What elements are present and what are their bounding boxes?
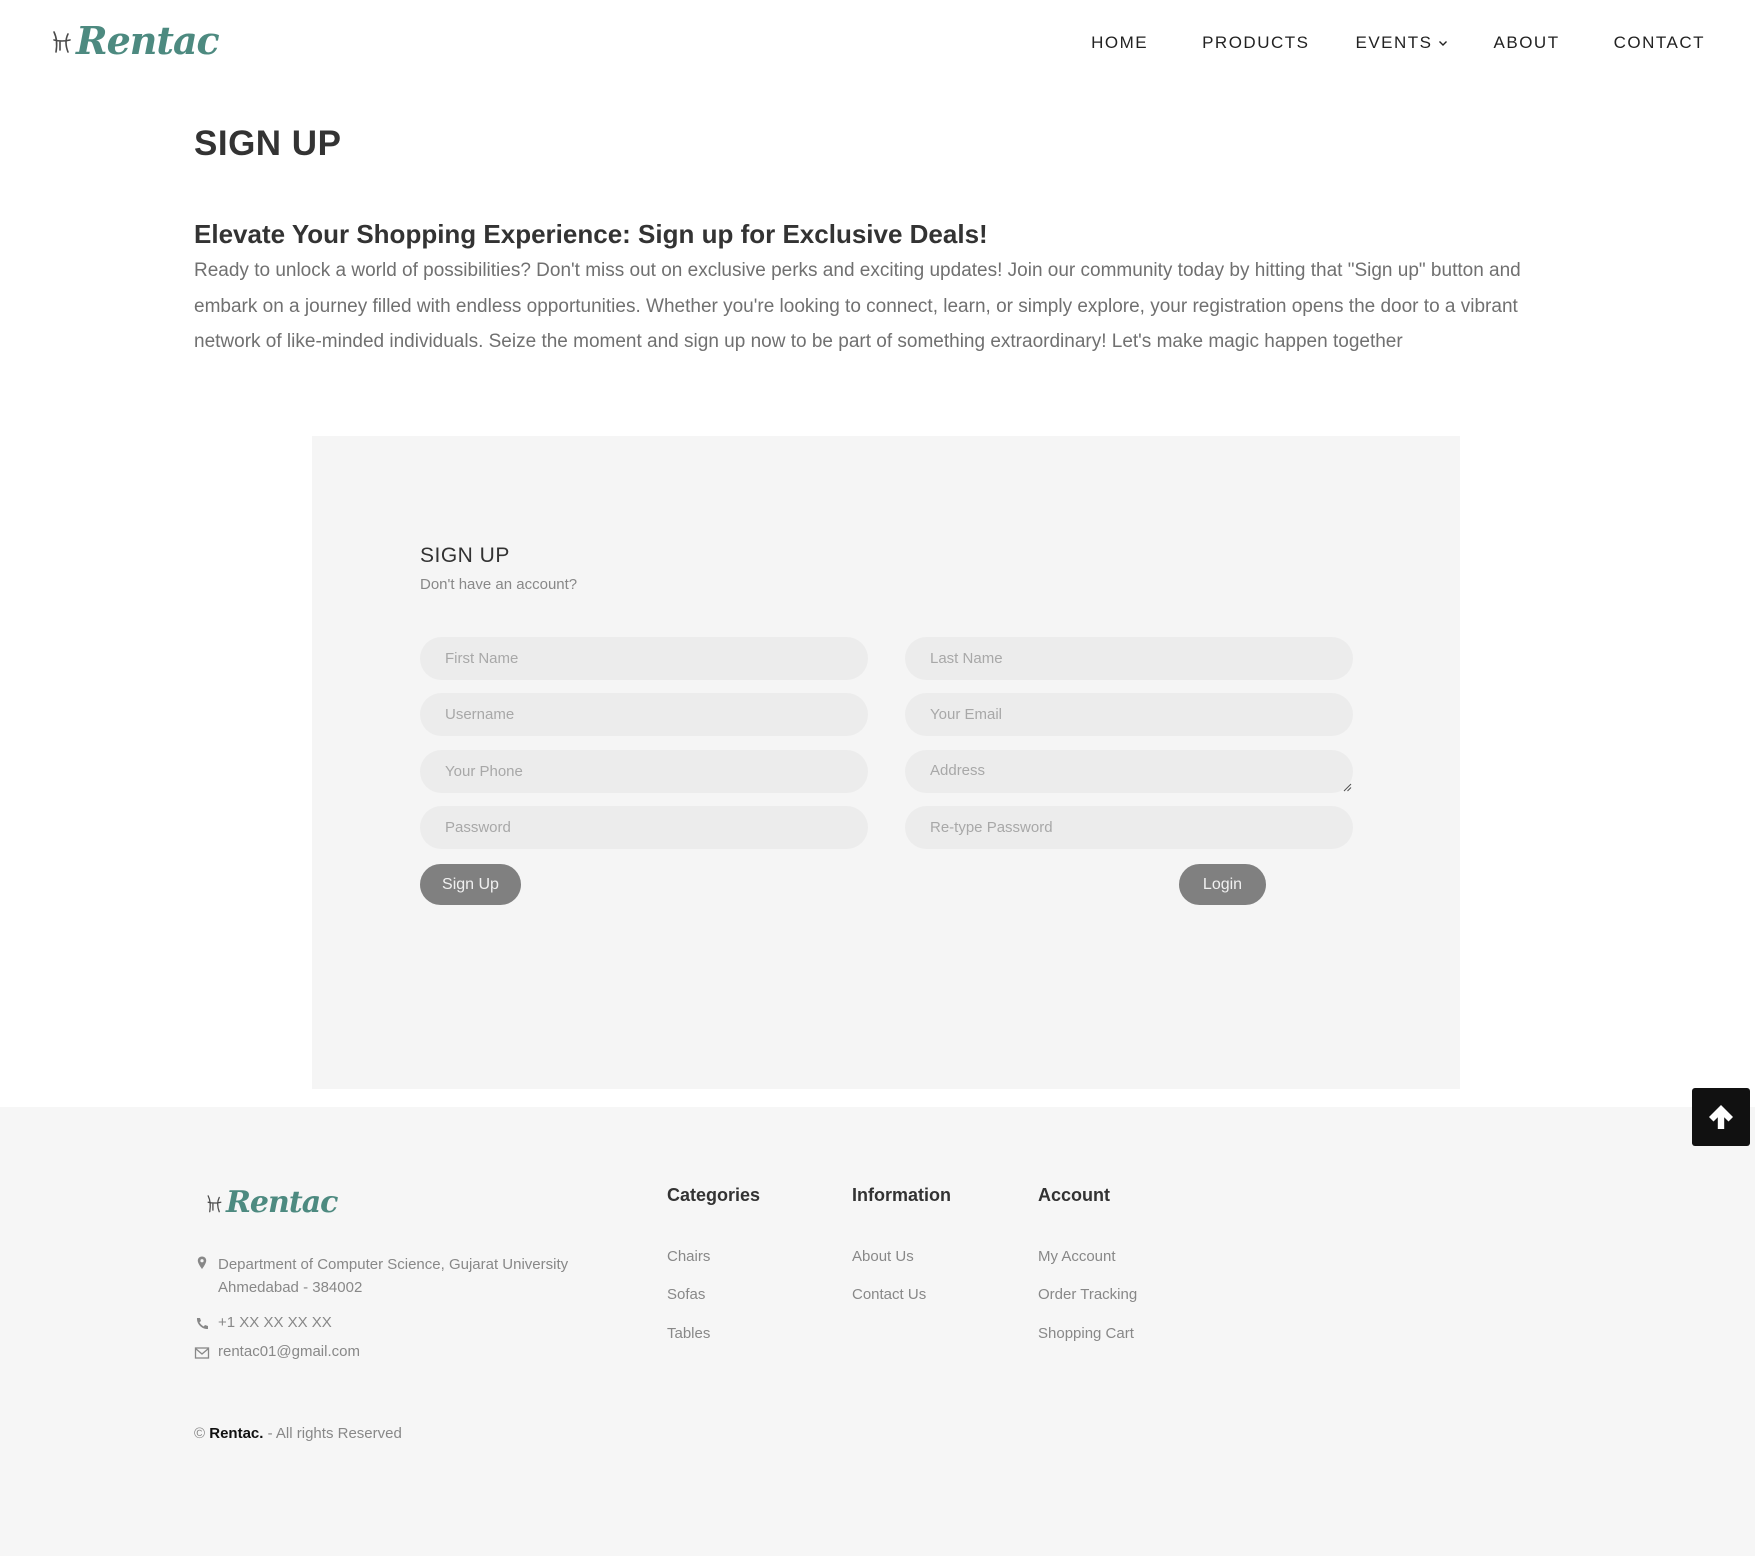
retype-password-input[interactable] xyxy=(905,806,1353,849)
footer-link-chairs[interactable]: Chairs xyxy=(667,1248,710,1265)
address-text: Department of Computer Science, Gujarat … xyxy=(218,1253,568,1299)
logo[interactable]: Rentac xyxy=(50,18,220,63)
nav-products-label: PRODUCTS xyxy=(1202,33,1310,52)
back-to-top-button[interactable] xyxy=(1692,1088,1750,1146)
nav-products[interactable]: PRODUCTS xyxy=(1202,33,1309,53)
footer-link-about-us[interactable]: About Us xyxy=(852,1248,914,1265)
nav-contact-label: CONTACT xyxy=(1613,33,1705,52)
page-title: SIGN UP xyxy=(194,124,342,163)
copyright-brand: Rentac. xyxy=(209,1425,264,1442)
nav-events[interactable]: EVENTS xyxy=(1356,33,1448,53)
form-title: SIGN UP xyxy=(420,544,510,567)
copyright-symbol: © xyxy=(194,1425,206,1442)
resize-handle-icon[interactable] xyxy=(1343,783,1352,792)
copyright: © Rentac. - All rights Reserved xyxy=(194,1425,402,1442)
footer-email[interactable]: rentac01@gmail.com xyxy=(194,1343,360,1361)
footer-phone: +1 XX XX XX XX xyxy=(194,1314,332,1332)
nav-about[interactable]: ABOUT xyxy=(1494,33,1560,53)
nav-events-label: EVENTS xyxy=(1355,33,1433,52)
footer-logo-text: Rentac xyxy=(226,1185,338,1220)
mail-icon xyxy=(194,1347,210,1359)
copyright-text: - All rights Reserved xyxy=(267,1425,402,1442)
footer-link-order-tracking[interactable]: Order Tracking xyxy=(1038,1286,1137,1303)
address-textarea[interactable] xyxy=(905,750,1353,793)
form-subtitle: Don't have an account? xyxy=(420,576,578,593)
footer-link-my-account[interactable]: My Account xyxy=(1038,1248,1116,1265)
username-input[interactable] xyxy=(420,693,868,736)
site-header: Rentac HOME PRODUCTS EVENTS ABOUT CONTAC… xyxy=(0,0,1755,86)
chevron-down-icon xyxy=(1438,41,1447,46)
signup-panel: SIGN UP Don't have an account? Sign Up L… xyxy=(312,436,1460,1089)
intro-subtitle: Elevate Your Shopping Experience: Sign u… xyxy=(194,219,988,249)
phone-text: +1 XX XX XX XX xyxy=(218,1314,332,1331)
logo-text: Rentac xyxy=(76,18,220,63)
footer-logo[interactable]: Rentac xyxy=(205,1185,338,1220)
signup-button[interactable]: Sign Up xyxy=(420,864,521,905)
chair-logo-icon xyxy=(207,1194,222,1212)
intro-text: Ready to unlock a world of possibilities… xyxy=(194,260,1521,352)
first-name-input[interactable] xyxy=(420,637,868,680)
nav-home-label: HOME xyxy=(1091,33,1149,52)
nav-contact[interactable]: CONTACT xyxy=(1614,33,1705,53)
map-pin-icon xyxy=(197,1256,207,1269)
login-button[interactable]: Login xyxy=(1179,864,1266,905)
phone-input[interactable] xyxy=(420,750,868,793)
address-line-1: Department of Computer Science, Gujarat … xyxy=(218,1256,569,1273)
footer-link-tables[interactable]: Tables xyxy=(667,1325,710,1342)
password-input[interactable] xyxy=(420,806,868,849)
nav-about-label: ABOUT xyxy=(1493,33,1560,52)
address-line-2: Ahmedabad - 384002 xyxy=(218,1279,363,1296)
arrow-up-icon xyxy=(1709,1105,1733,1129)
email-text: rentac01@gmail.com xyxy=(218,1343,360,1360)
information-title: Information xyxy=(852,1185,951,1205)
nav-home[interactable]: HOME xyxy=(1091,33,1148,53)
chair-logo-icon xyxy=(53,30,71,53)
last-name-input[interactable] xyxy=(905,637,1353,680)
footer-link-contact-us[interactable]: Contact Us xyxy=(852,1286,926,1303)
footer-link-shopping-cart[interactable]: Shopping Cart xyxy=(1038,1325,1134,1342)
main-nav: HOME PRODUCTS EVENTS ABOUT CONTACT xyxy=(1037,33,1705,53)
categories-title: Categories xyxy=(667,1185,761,1205)
site-footer: Rentac Department of Computer Science, G… xyxy=(0,1107,1755,1556)
email-input[interactable] xyxy=(905,693,1353,736)
footer-address: Department of Computer Science, Gujarat … xyxy=(194,1253,568,1299)
account-title: Account xyxy=(1038,1185,1110,1205)
phone-icon xyxy=(196,1318,208,1330)
footer-link-sofas[interactable]: Sofas xyxy=(667,1286,705,1303)
